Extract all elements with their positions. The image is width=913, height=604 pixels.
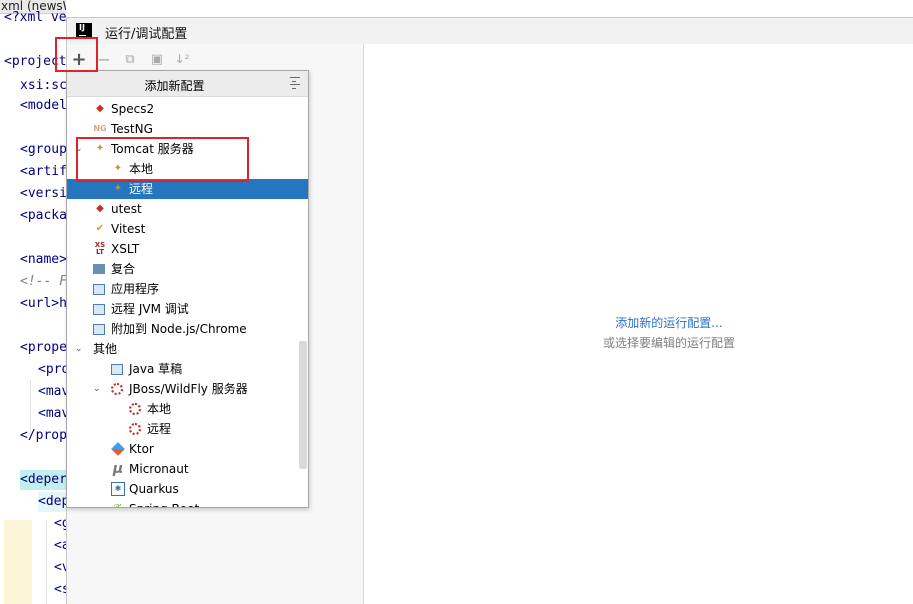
sort-icon[interactable]: ↓² xyxy=(171,48,193,70)
code-line: xsi:sc xyxy=(20,78,66,93)
popup-scrollbar[interactable] xyxy=(299,341,307,469)
config-type-label: Spring Boot xyxy=(129,499,199,507)
jboss-icon xyxy=(111,383,123,395)
code-line: <name> xyxy=(20,252,66,267)
code-line: <prope xyxy=(20,340,66,355)
specs2-icon: ◆ xyxy=(96,103,104,114)
config-type-item[interactable]: NG TestNG xyxy=(67,119,308,139)
config-type-label: 本地 xyxy=(147,402,172,416)
folder-icon[interactable]: ▣ xyxy=(146,48,168,70)
annotation-frame-add xyxy=(55,37,98,72)
code-editor[interactable]: xml (newsWeb) <?xml ve<projectxsi:sc<mod… xyxy=(0,0,66,604)
indent-guide xyxy=(46,520,47,604)
testng-icon: NG xyxy=(93,124,107,133)
config-type-item[interactable]: 应用程序 xyxy=(67,279,308,299)
code-line: <model xyxy=(20,98,66,113)
config-type-label: Micronaut xyxy=(129,462,189,476)
code-line: </prop xyxy=(20,428,66,443)
annotation-frame-tomcat xyxy=(76,137,249,182)
code-line: <?xml ve xyxy=(4,10,66,25)
config-type-label: Quarkus xyxy=(129,482,179,496)
config-type-label: 远程 JVM 调试 xyxy=(111,302,189,316)
config-type-item[interactable]: ✔ Vitest xyxy=(67,219,308,239)
code-line: <packa xyxy=(20,208,66,223)
config-type-item[interactable]: 附加到 Node.js/Chrome xyxy=(67,319,308,339)
add-new-config-link[interactable]: 添加新的运行配置... xyxy=(364,314,913,331)
config-type-item[interactable]: 远程 xyxy=(67,419,308,439)
ktor-icon xyxy=(111,442,125,456)
select-config-hint: 或选择要编辑的运行配置 xyxy=(602,336,735,350)
code-line: <versi xyxy=(20,186,66,201)
code-line: <mav xyxy=(38,384,66,399)
dialog-titlebar[interactable]: IJ 运行/调试配置 xyxy=(67,18,913,44)
spring-boot-icon: ❦ xyxy=(111,502,125,507)
config-type-label: 复合 xyxy=(111,262,136,276)
code-line: <dep xyxy=(38,492,66,512)
config-type-item[interactable]: ◆ utest xyxy=(67,199,308,219)
vitest-icon: ✔ xyxy=(95,223,105,234)
code-line: <s xyxy=(54,582,66,597)
config-detail-pane: 添加新的运行配置... 或选择要编辑的运行配置 xyxy=(364,44,913,604)
micronaut-icon: µ xyxy=(112,461,124,477)
java-scratch-icon xyxy=(111,364,123,375)
gutter-highlight xyxy=(4,520,32,604)
config-type-label: XSLT xyxy=(111,242,140,256)
chevron-down-icon[interactable]: ⌄ xyxy=(93,379,101,399)
config-type-label: Specs2 xyxy=(111,102,155,116)
config-type-item[interactable]: ⌄ JBoss/WildFly 服务器 xyxy=(67,379,308,399)
screen: xml (newsWeb) <?xml ve<projectxsi:sc<mod… xyxy=(0,0,913,604)
config-type-label: JBoss/WildFly 服务器 xyxy=(129,382,248,396)
config-type-label: 远程 xyxy=(147,422,172,436)
config-type-item[interactable]: µ Micronaut xyxy=(67,459,308,479)
chevron-down-icon[interactable]: ⌄ xyxy=(75,339,83,359)
config-type-label: 应用程序 xyxy=(111,282,160,296)
code-line: <group xyxy=(20,142,66,157)
remote-jvm-icon xyxy=(93,304,105,315)
add-new-config-popup: 添加新配置 ◆ Specs2 NG TestNG ⌄ ✦ Tomcat 服务器 ✦ 本地 ✦ 远程 ◆… xyxy=(66,70,309,508)
config-type-item[interactable]: XS LT XSLT xyxy=(67,239,308,259)
xslt-icon: XS LT xyxy=(94,241,106,256)
config-type-item[interactable]: Ktor xyxy=(67,439,308,459)
config-type-label: Ktor xyxy=(129,442,154,456)
code-line: <mav xyxy=(38,406,66,421)
config-type-label: 其他 xyxy=(93,342,118,356)
code-line: <pro xyxy=(38,362,66,377)
utest-icon: ◆ xyxy=(96,203,104,214)
config-type-item[interactable]: Java 草稿 xyxy=(67,359,308,379)
copy-config-icon[interactable]: ⧉ xyxy=(119,48,141,70)
config-type-label: 附加到 Node.js/Chrome xyxy=(111,322,247,336)
config-type-label: utest xyxy=(111,202,142,216)
code-line: <artif xyxy=(20,164,66,179)
popup-header: 添加新配置 xyxy=(67,71,308,97)
config-type-item[interactable]: ✱ Quarkus xyxy=(67,479,308,499)
application-icon xyxy=(93,284,105,295)
popup-title: 添加新配置 xyxy=(144,79,205,93)
code-line: <deper xyxy=(20,470,66,490)
config-type-label: Vitest xyxy=(111,222,146,236)
config-type-item[interactable]: ❦ Spring Boot xyxy=(67,499,308,507)
code-line: <url>h xyxy=(20,296,66,311)
code-line: <a xyxy=(54,538,66,553)
config-type-label: 远程 xyxy=(129,182,154,196)
config-type-label: TestNG xyxy=(111,122,153,136)
config-type-label: Java 草稿 xyxy=(129,362,183,376)
config-type-item[interactable]: 远程 JVM 调试 xyxy=(67,299,308,319)
config-type-item[interactable]: ⌄ 其他 xyxy=(67,339,308,359)
config-type-item[interactable]: 本地 xyxy=(67,399,308,419)
jboss-local-icon xyxy=(129,403,141,415)
jboss-remote-icon xyxy=(129,423,141,435)
config-type-item[interactable]: ✦ 远程 xyxy=(67,179,308,199)
tomcat-remote-icon: ✦ xyxy=(113,183,123,194)
code-line: <v xyxy=(54,560,66,575)
compound-icon xyxy=(93,264,105,274)
quarkus-icon: ✱ xyxy=(111,482,125,496)
code-line: <!-- F xyxy=(20,274,66,289)
config-type-item[interactable]: ◆ Specs2 xyxy=(67,99,308,119)
dialog-title: 运行/调试配置 xyxy=(105,27,188,42)
code-line: <g xyxy=(54,516,66,531)
collapse-all-icon[interactable] xyxy=(289,76,301,90)
attach-node-icon xyxy=(93,324,105,335)
config-type-item[interactable]: 复合 xyxy=(67,259,308,279)
